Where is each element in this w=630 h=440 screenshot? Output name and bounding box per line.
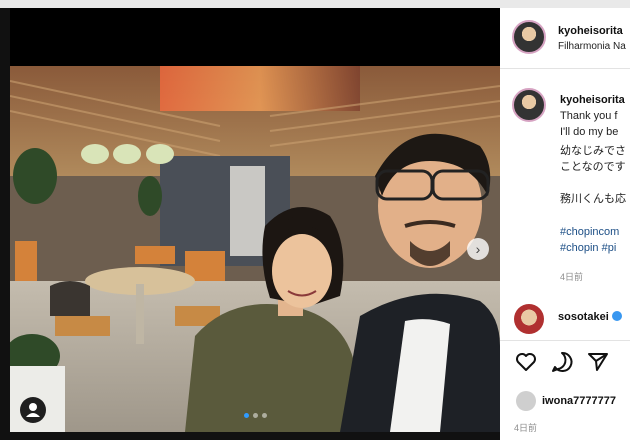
caption-line: 務川くんも応 (560, 193, 626, 205)
liked-by-username[interactable]: iwona7777777 (542, 395, 616, 407)
caption-avatar[interactable] (512, 88, 546, 122)
post-side-panel: kyoheisorita Filharmonia Na kyoheisorita… (500, 8, 630, 440)
caption-hashtag-line[interactable]: #chopin #pi (560, 242, 616, 254)
liked-by-avatar[interactable] (516, 391, 536, 411)
carousel-indicator (244, 413, 267, 418)
instagram-post-viewer: › kyoheisorita Filharmonia Na kyoheisori… (0, 0, 630, 440)
dark-header-band (10, 8, 500, 66)
send-icon[interactable] (586, 350, 610, 374)
user-icon (26, 403, 40, 417)
top-strip (0, 0, 630, 8)
next-image-button[interactable]: › (467, 238, 489, 260)
comment-avatar[interactable] (514, 304, 544, 334)
header-avatar[interactable] (512, 20, 546, 54)
divider (500, 68, 630, 69)
tagged-users-button[interactable] (20, 397, 46, 423)
comment-username-text: sosotakei (558, 311, 609, 323)
caption-line: ことなのです (560, 161, 626, 173)
post-photo[interactable] (10, 66, 500, 432)
header-location[interactable]: Filharmonia Na (558, 41, 626, 52)
carousel-dot-active (244, 413, 249, 418)
caption-line: I'll do my be (560, 126, 619, 138)
carousel-dot (262, 413, 267, 418)
divider (500, 340, 630, 341)
post-time[interactable]: 4日前 (514, 421, 537, 434)
caption-line: Thank you f (560, 110, 618, 122)
caption-hashtag-line[interactable]: #chopincom (560, 226, 619, 238)
comment-icon[interactable] (550, 350, 574, 374)
caption-line: 幼なじみでさ (560, 145, 626, 157)
caption-time[interactable]: 4日前 (560, 270, 583, 283)
caption-username[interactable]: kyoheisorita (560, 94, 625, 106)
verified-badge-icon (611, 311, 622, 321)
header-username[interactable]: kyoheisorita (558, 25, 623, 37)
carousel-dot (253, 413, 258, 418)
comment-username[interactable]: sosotakei (558, 311, 622, 323)
post-photo-illustration (10, 66, 500, 432)
heart-icon[interactable] (514, 350, 538, 374)
